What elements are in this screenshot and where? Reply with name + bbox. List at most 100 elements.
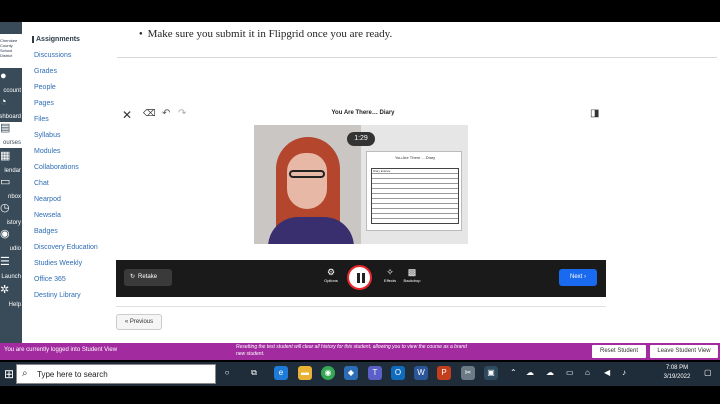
system-clock[interactable]: 7:08 PM 3/19/2022 (658, 364, 696, 382)
video-preview: You Are There ... Diary Diary Entries: 1… (254, 125, 468, 244)
course-nav-people[interactable]: People (34, 84, 56, 91)
leave-student-view-button[interactable]: Leave Student View (650, 345, 718, 358)
instruction-text: Make sure you submit it in Flipgrid once… (147, 28, 393, 40)
global-nav-studio[interactable]: ◉ udio (0, 228, 22, 254)
district-logo[interactable]: Cherokee County School District (0, 34, 22, 68)
edge-icon[interactable]: e (274, 366, 288, 380)
global-nav-label: istory (6, 220, 21, 226)
pause-bar (362, 273, 365, 283)
redo-icon[interactable]: ↷ (178, 108, 186, 119)
global-nav-label: ccount (3, 88, 21, 94)
student-view-message: You are currently logged into Student Vi… (4, 347, 118, 353)
person-glasses (289, 170, 325, 178)
book-icon: ▤ (0, 122, 11, 134)
screen: Cherokee County School District ● ccount… (0, 0, 720, 404)
previous-button[interactable]: « Previous (116, 314, 162, 330)
worksheet-label: Diary Entries: (373, 169, 392, 173)
eraser-icon[interactable]: ⌫ (143, 108, 156, 119)
global-nav-inbox[interactable]: ▭ nbox (0, 176, 22, 202)
cortana-icon[interactable]: ○ (220, 366, 234, 380)
global-nav-label: lendar (4, 168, 21, 174)
next-button[interactable]: Next › (559, 269, 597, 286)
course-nav-chat[interactable]: Chat (34, 180, 49, 187)
chevron-up-icon[interactable]: ⌃ (510, 368, 517, 377)
outlook-icon[interactable]: O (391, 366, 405, 380)
global-nav-help[interactable]: ✲ Help (0, 284, 22, 310)
taskbar-search[interactable]: ⌕ Type here to search (16, 364, 216, 384)
topic-title: You Are There… Diary (331, 110, 395, 116)
instruction-bullet: ● Make sure you submit it in Flipgrid onc… (139, 28, 392, 40)
backdrop-icon: ▩ (407, 267, 417, 277)
backdrop-button[interactable]: ▩ Backdrop (400, 267, 424, 283)
worksheet-lines (371, 168, 459, 224)
volume-icon[interactable]: ◀ (604, 368, 610, 377)
global-nav-label: Launch (1, 274, 21, 280)
speaker-icon[interactable]: ♪ (622, 368, 626, 377)
task-view-icon[interactable]: ⧉ (247, 366, 261, 380)
reset-student-button[interactable]: Reset Student (592, 345, 646, 358)
person-shirt (268, 217, 354, 244)
course-nav-discovery-education[interactable]: Discovery Education (34, 244, 98, 251)
course-nav-studies-weekly[interactable]: Studies Weekly (34, 260, 82, 267)
close-icon[interactable]: ✕ (122, 108, 132, 122)
course-nav-modules[interactable]: Modules (34, 148, 60, 155)
course-nav-newsela[interactable]: Newsela (34, 212, 61, 219)
course-nav-discussions[interactable]: Discussions (34, 52, 71, 59)
diary-worksheet: You Are There ... Diary Diary Entries: (366, 151, 462, 231)
photos-icon[interactable]: ▣ (484, 366, 498, 380)
global-nav-history[interactable]: ◷ istory (0, 202, 22, 228)
global-nav-courses[interactable]: ▤ ourses (0, 122, 22, 148)
cloud-icon[interactable]: ☁ (526, 368, 534, 377)
canvas-app: Cherokee County School District ● ccount… (0, 22, 720, 343)
dashboard-icon: ◔ (0, 96, 7, 108)
global-nav-label: nbox (7, 194, 21, 200)
recorder-controls: ↻Retake ⚙ Options ✧ Effects ▩ Backdrop (116, 260, 606, 297)
worksheet-title: You Are There ... Diary (394, 155, 436, 160)
teams-icon[interactable]: T (368, 366, 382, 380)
retake-label: Retake (138, 274, 158, 280)
course-nav-assignments[interactable]: Assignments (32, 36, 80, 43)
course-nav-office-365[interactable]: Office 365 (34, 276, 66, 283)
notification-icon[interactable]: ▢ (704, 368, 712, 377)
reset-note: Resetting the test student will clear al… (236, 344, 467, 357)
file-explorer-icon[interactable]: ▬ (298, 366, 312, 380)
clock-date: 3/19/2022 (663, 374, 691, 380)
snip-icon[interactable]: ✂ (461, 366, 475, 380)
course-nav-collaborations[interactable]: Collaborations (34, 164, 79, 171)
help-icon: ✲ (0, 284, 10, 296)
divider (116, 306, 606, 307)
sliders-icon: ⚙ (326, 267, 336, 277)
calendar-icon: ▦ (0, 150, 11, 162)
powerpoint-icon[interactable]: P (437, 366, 451, 380)
global-nav-launch[interactable]: ☰ Launch (0, 256, 22, 282)
options-button[interactable]: ⚙ Options (319, 267, 343, 283)
undo-icon[interactable]: ↶ (162, 108, 170, 119)
onedrive-icon[interactable]: ☁ (546, 368, 554, 377)
cube-icon[interactable]: ◆ (344, 366, 358, 380)
word-icon[interactable]: W (414, 366, 428, 380)
refresh-icon: ↻ (130, 274, 136, 280)
course-nav-grades[interactable]: Grades (34, 68, 57, 75)
course-nav-syllabus[interactable]: Syllabus (34, 132, 60, 139)
course-nav-files[interactable]: Files (34, 116, 49, 123)
global-nav-label: udio (9, 246, 21, 252)
global-nav-account[interactable]: ● ccount (0, 70, 22, 96)
course-nav-badges[interactable]: Badges (34, 228, 58, 235)
battery-icon[interactable]: ▭ (566, 368, 574, 377)
bullet-icon: ● (139, 31, 143, 38)
windows-start-icon[interactable]: ⊞ (4, 367, 14, 381)
sticker-icon[interactable]: ◨ (590, 108, 599, 119)
person-face (287, 153, 327, 209)
student-view-bar: You are currently logged into Student Vi… (0, 343, 720, 360)
network-icon[interactable]: ⌂ (585, 368, 590, 377)
course-nav-destiny-library[interactable]: Destiny Library (34, 292, 81, 299)
chevron-right-icon: › (584, 274, 586, 280)
pause-record-button[interactable] (347, 265, 372, 290)
course-nav-pages[interactable]: Pages (34, 100, 54, 107)
global-nav-dashboard[interactable]: ◔ shboard (0, 96, 22, 122)
course-nav-nearpod[interactable]: Nearpod (34, 196, 61, 203)
chrome-icon[interactable]: ◉ (321, 366, 335, 380)
global-nav-calendar[interactable]: ▦ lendar (0, 150, 22, 176)
effects-button[interactable]: ✧ Effects (378, 267, 402, 283)
retake-button[interactable]: ↻ Retake (124, 269, 172, 286)
